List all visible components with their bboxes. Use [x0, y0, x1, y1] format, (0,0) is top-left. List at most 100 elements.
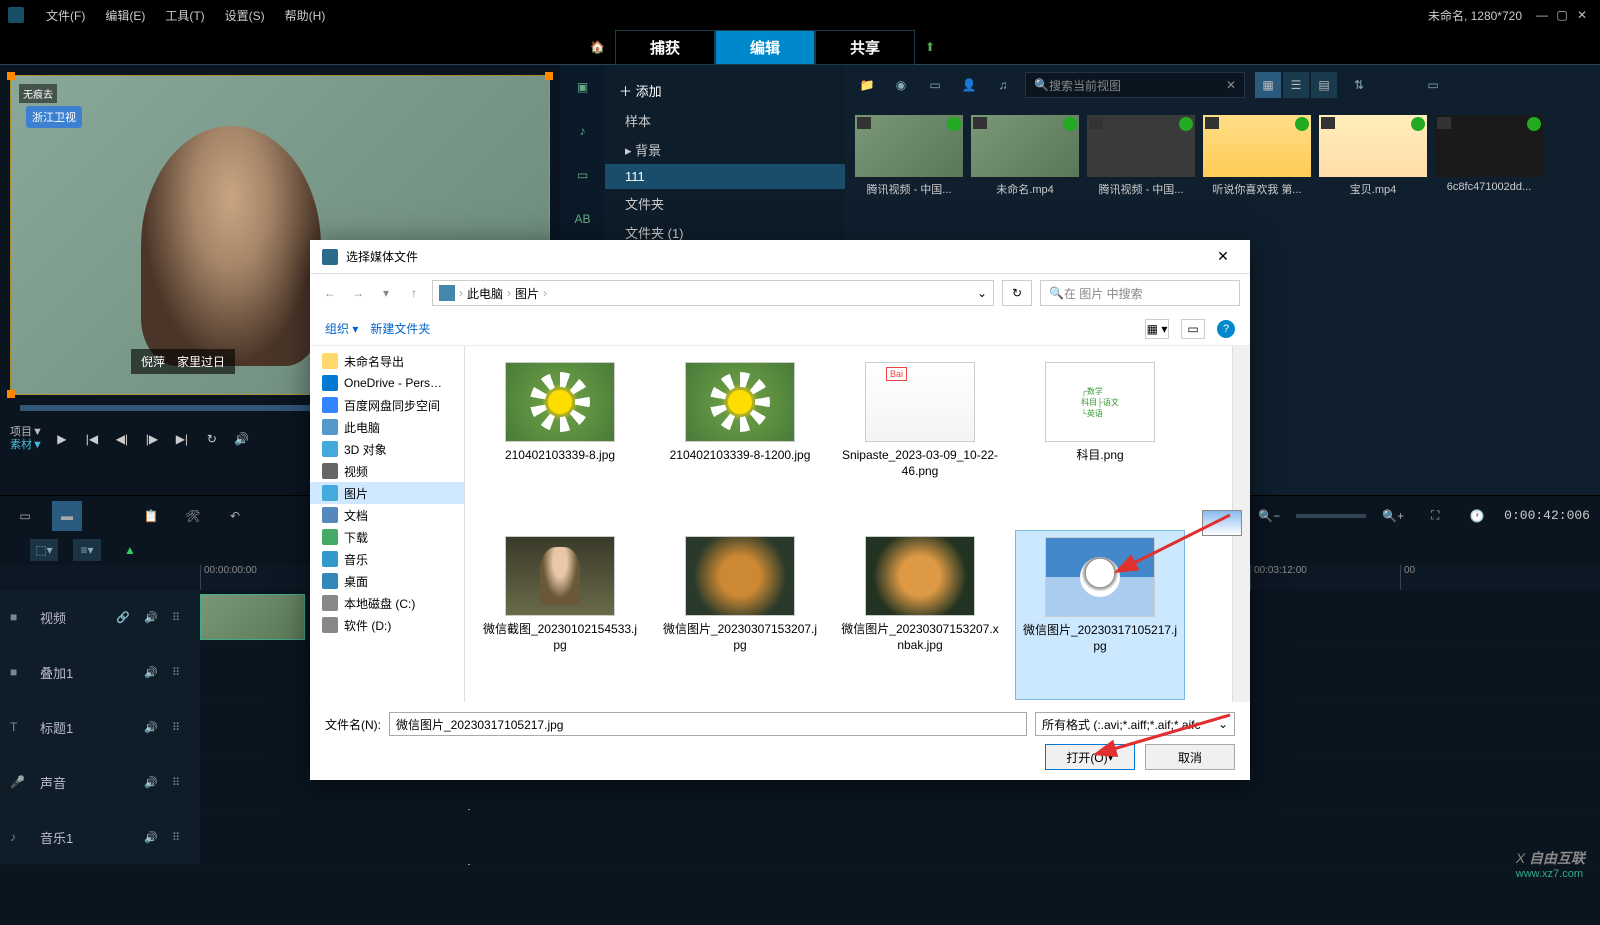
file-item[interactable]: 微信截图_20230102154533.jpg: [475, 530, 645, 700]
step-fwd-button[interactable]: |▶: [141, 428, 163, 450]
portrait-icon[interactable]: 👤: [957, 73, 981, 97]
view-large-icon[interactable]: ▦: [1255, 72, 1281, 98]
nav-back-button[interactable]: ←: [320, 286, 340, 300]
menu-tools[interactable]: 工具(T): [155, 7, 214, 24]
mute-icon[interactable]: 🔊: [144, 831, 162, 844]
sort-icon[interactable]: ⇅: [1347, 73, 1371, 97]
upload-icon[interactable]: ⬆: [925, 40, 935, 54]
video-clip[interactable]: [200, 594, 305, 640]
sidebar-item-folder[interactable]: 未命名导出: [310, 350, 464, 372]
transitions-category-icon[interactable]: ▭: [571, 163, 595, 187]
open-button[interactable]: 打开(O) ▾: [1045, 744, 1135, 770]
file-item[interactable]: ┌数学科目├语文└英语科目.png: [1015, 356, 1185, 526]
breadcrumb-pictures[interactable]: 图片: [515, 285, 539, 302]
volume-button[interactable]: 🔊: [231, 428, 253, 450]
mute-icon[interactable]: 🔊: [144, 666, 162, 679]
media-item[interactable]: 未命名.mp4: [971, 115, 1079, 197]
music-icon[interactable]: ♫: [991, 73, 1015, 97]
nav-recent-button[interactable]: ▾: [376, 286, 396, 300]
preview-pane-button[interactable]: ▭: [1181, 319, 1205, 339]
media-item[interactable]: 6c8fc471002dd...: [1435, 115, 1543, 197]
track-menu-icon[interactable]: ⠿: [172, 831, 190, 844]
track-content[interactable]: [200, 810, 1600, 864]
project-label[interactable]: 项目▼素材▼: [10, 426, 43, 452]
cancel-button[interactable]: 取消: [1145, 744, 1235, 770]
zoom-in-button[interactable]: 🔍+: [1378, 501, 1408, 531]
titles-category-icon[interactable]: AB: [571, 207, 595, 231]
undo-button[interactable]: ↶: [220, 501, 250, 531]
breadcrumb-dropdown-icon[interactable]: ⌄: [977, 286, 987, 300]
sidebar-item-doc[interactable]: 文档: [310, 504, 464, 526]
resize-handle-icon[interactable]: [7, 390, 15, 398]
tab-edit[interactable]: 编辑: [715, 30, 815, 65]
track-menu-icon[interactable]: ⠿: [172, 611, 190, 624]
sidebar-item-pic[interactable]: 图片: [310, 482, 464, 504]
mute-icon[interactable]: 🔊: [144, 776, 162, 789]
loop-button[interactable]: ↻: [201, 428, 223, 450]
sidebar-item-onedrive[interactable]: OneDrive - Pers…: [310, 372, 464, 394]
dialog-close-button[interactable]: ✕: [1208, 248, 1238, 265]
mute-icon[interactable]: 🔊: [144, 721, 162, 734]
view-grid-icon[interactable]: ▤: [1311, 72, 1337, 98]
add-media-button[interactable]: ＋ 添加: [605, 75, 845, 106]
tree-item-sample[interactable]: 样本: [605, 106, 845, 135]
file-filter-dropdown[interactable]: 所有格式 (:.avi;*.aiff;*.aif;*.aifc⌄: [1035, 712, 1235, 736]
capture-icon[interactable]: ◉: [889, 73, 913, 97]
nav-up-button[interactable]: ↑: [404, 286, 424, 300]
tools-button[interactable]: 🛠: [178, 501, 208, 531]
new-folder-button[interactable]: 新建文件夹: [370, 320, 430, 337]
breadcrumb[interactable]: › 此电脑 › 图片 › ⌄: [432, 280, 994, 306]
sidebar-item-desk[interactable]: 桌面: [310, 570, 464, 592]
zoom-slider[interactable]: [1296, 514, 1366, 518]
import-folder-icon[interactable]: 📁: [855, 73, 879, 97]
track-menu-icon[interactable]: ⠿: [172, 776, 190, 789]
screen-record-icon[interactable]: ▭: [923, 73, 947, 97]
sidebar-item-vid[interactable]: 视频: [310, 460, 464, 482]
tree-item-111[interactable]: 111: [605, 164, 845, 189]
resize-handle-icon[interactable]: [7, 72, 15, 80]
close-button[interactable]: ✕: [1572, 8, 1592, 22]
ripple-button[interactable]: ≡▾: [73, 539, 101, 561]
home-icon[interactable]: 🏠: [580, 30, 615, 65]
file-item[interactable]: 微信图片_20230307153207.jpg: [655, 530, 825, 700]
tree-item-background[interactable]: ▸ 背景: [605, 135, 845, 164]
media-item[interactable]: 腾讯视频 - 中国...: [855, 115, 963, 197]
breadcrumb-pc[interactable]: 此电脑: [467, 285, 503, 302]
sidebar-item-obj3d[interactable]: 3D 对象: [310, 438, 464, 460]
audio-category-icon[interactable]: ♪: [571, 119, 595, 143]
hide-panel-icon[interactable]: ▭: [1421, 73, 1445, 97]
next-button[interactable]: ▶|: [171, 428, 193, 450]
clock-icon[interactable]: 🕐: [1462, 501, 1492, 531]
tab-capture[interactable]: 捕获: [615, 30, 715, 65]
tab-share[interactable]: 共享: [815, 30, 915, 65]
organize-button[interactable]: 组织 ▾: [325, 320, 358, 337]
file-item[interactable]: 微信图片_20230317105217.jpg: [1015, 530, 1185, 700]
file-item[interactable]: 210402103339-8.jpg: [475, 356, 645, 526]
track-menu-icon[interactable]: ⠿: [172, 666, 190, 679]
marker-up-icon[interactable]: ▲: [116, 539, 144, 561]
file-item[interactable]: BaiSnipaste_2023-03-09_10-22-46.png: [835, 356, 1005, 526]
snap-button[interactable]: ⬚▾: [30, 539, 58, 561]
sidebar-item-pc[interactable]: 此电脑: [310, 416, 464, 438]
minimize-button[interactable]: —: [1532, 8, 1552, 22]
refresh-button[interactable]: ↻: [1002, 280, 1032, 306]
view-list-icon[interactable]: ☰: [1283, 72, 1309, 98]
file-item[interactable]: 微信图片_20230307153207.xnbak.jpg: [835, 530, 1005, 700]
view-mode-button[interactable]: ▦ ▾: [1145, 319, 1169, 339]
mute-icon[interactable]: 🔊: [144, 611, 162, 624]
step-back-button[interactable]: ◀|: [111, 428, 133, 450]
media-item[interactable]: 腾讯视频 - 中国...: [1087, 115, 1195, 197]
play-button[interactable]: ▶: [51, 428, 73, 450]
dialog-search-input[interactable]: 🔍 在 图片 中搜索: [1040, 280, 1240, 306]
fit-button[interactable]: ⛶: [1420, 501, 1450, 531]
file-item[interactable]: 210402103339-8-1200.jpg: [655, 356, 825, 526]
timeline-view-button[interactable]: ▬: [52, 501, 82, 531]
zoom-out-button[interactable]: 🔍−: [1254, 501, 1284, 531]
media-item[interactable]: 听说你喜欢我 第...: [1203, 115, 1311, 197]
sidebar-item-disk[interactable]: 本地磁盘 (C:): [310, 592, 464, 614]
menu-settings[interactable]: 设置(S): [215, 7, 275, 24]
library-search-input[interactable]: 🔍 搜索当前视图 ✕: [1025, 72, 1245, 98]
sidebar-item-baidu[interactable]: 百度网盘同步空间: [310, 394, 464, 416]
prev-button[interactable]: |◀: [81, 428, 103, 450]
menu-edit[interactable]: 编辑(E): [95, 7, 155, 24]
